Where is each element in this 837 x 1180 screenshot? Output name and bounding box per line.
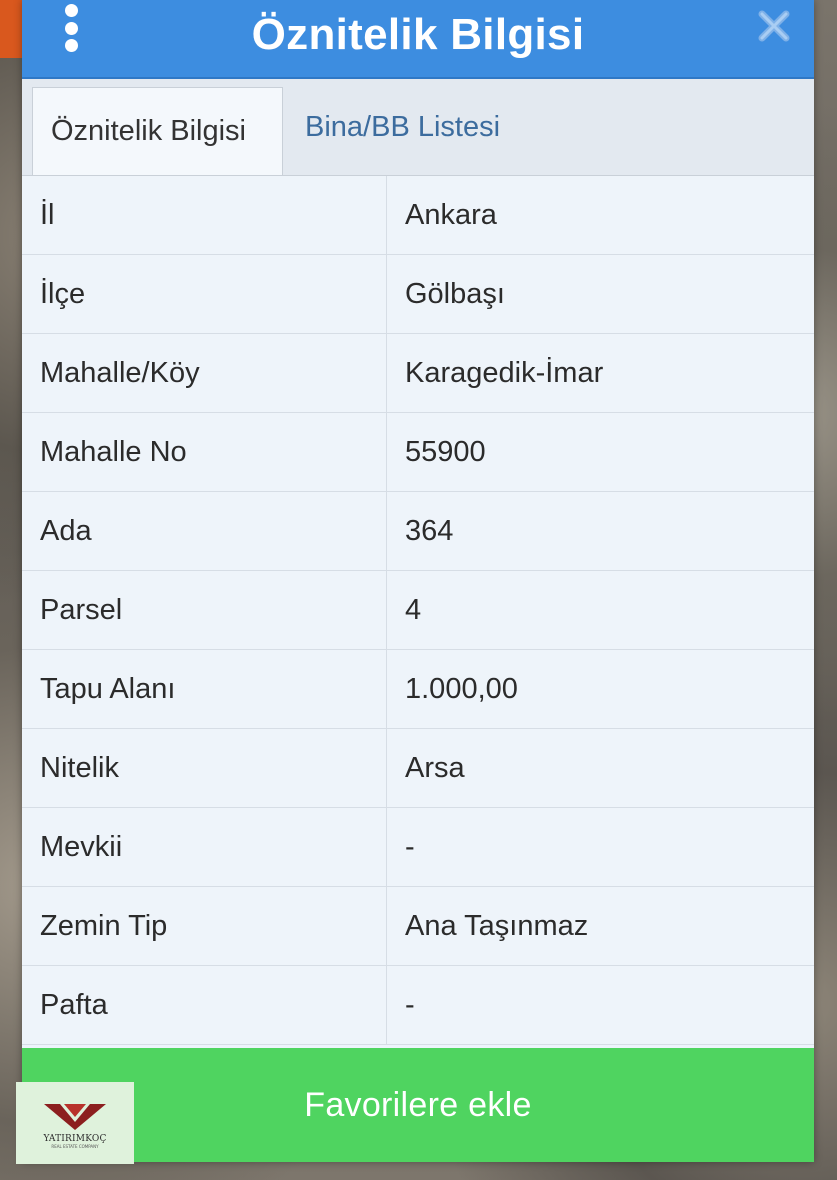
attribute-key: Parsel [22,570,387,650]
table-row: Nitelik Arsa [22,728,814,808]
table-row: İlçe Gölbaşı [22,254,814,334]
attribute-value: - [386,965,814,1045]
attribute-value: 55900 [386,412,814,492]
tab-building-list[interactable]: Bina/BB Listesi [283,79,522,175]
attribute-info-dialog: Öznitelik Bilgisi Öznitelik Bilgisi Bina… [22,0,814,1162]
attribute-key: Mahalle No [22,412,387,492]
tab-label: Öznitelik Bilgisi [51,115,246,147]
attribute-value: Gölbaşı [386,254,814,334]
logo-tagline: REAL ESTATE COMPANY [51,1143,99,1149]
table-row: Mahalle/Köy Karagedik-İmar [22,333,814,413]
table-row: İl Ankara [22,176,814,255]
attribute-key: İl [22,176,387,255]
attribute-key: Zemin Tip [22,886,387,966]
company-logo: YATIRIMKOÇ REAL ESTATE COMPANY [16,1082,134,1164]
dialog-header: Öznitelik Bilgisi [22,0,814,79]
table-row: Pafta - [22,965,814,1045]
table-row: Parsel 4 [22,570,814,650]
attribute-value: - [386,807,814,887]
table-row: Ada 364 [22,491,814,571]
add-to-favorites-button[interactable]: Favorilere ekle [22,1048,814,1162]
attribute-key: Pafta [22,965,387,1045]
logo-name: YATIRIMKOÇ [43,1133,107,1144]
attribute-table: İl Ankara İlçe Gölbaşı Mahalle/Köy Karag… [22,176,814,1045]
attribute-key: Tapu Alanı [22,649,387,729]
kebab-menu-icon[interactable] [56,4,86,52]
attribute-value: 364 [386,491,814,571]
dialog-title: Öznitelik Bilgisi [251,9,585,59]
attribute-value: Ankara [386,176,814,255]
tab-bar: Öznitelik Bilgisi Bina/BB Listesi [22,79,814,176]
attribute-value: 4 [386,570,814,650]
map-overlay-strip [0,0,22,58]
table-row: Mahalle No 55900 [22,412,814,492]
attribute-key: Mahalle/Köy [22,333,387,413]
attribute-key: Ada [22,491,387,571]
table-row: Mevkii - [22,807,814,887]
attribute-value: Karagedik-İmar [386,333,814,413]
close-icon[interactable] [754,6,794,46]
add-to-favorites-label: Favorilere ekle [304,1085,532,1124]
tab-label: Bina/BB Listesi [305,110,501,143]
table-row: Tapu Alanı 1.000,00 [22,649,814,729]
attribute-value: Ana Taşınmaz [386,886,814,966]
attribute-key: İlçe [22,254,387,334]
tab-attribute-info[interactable]: Öznitelik Bilgisi [32,87,283,175]
attribute-value: Arsa [386,728,814,808]
attribute-value: 1.000,00 [386,649,814,729]
attribute-key: Mevkii [22,807,387,887]
attribute-key: Nitelik [22,728,387,808]
table-row: Zemin Tip Ana Taşınmaz [22,886,814,966]
logo-mark-icon [44,1103,106,1130]
